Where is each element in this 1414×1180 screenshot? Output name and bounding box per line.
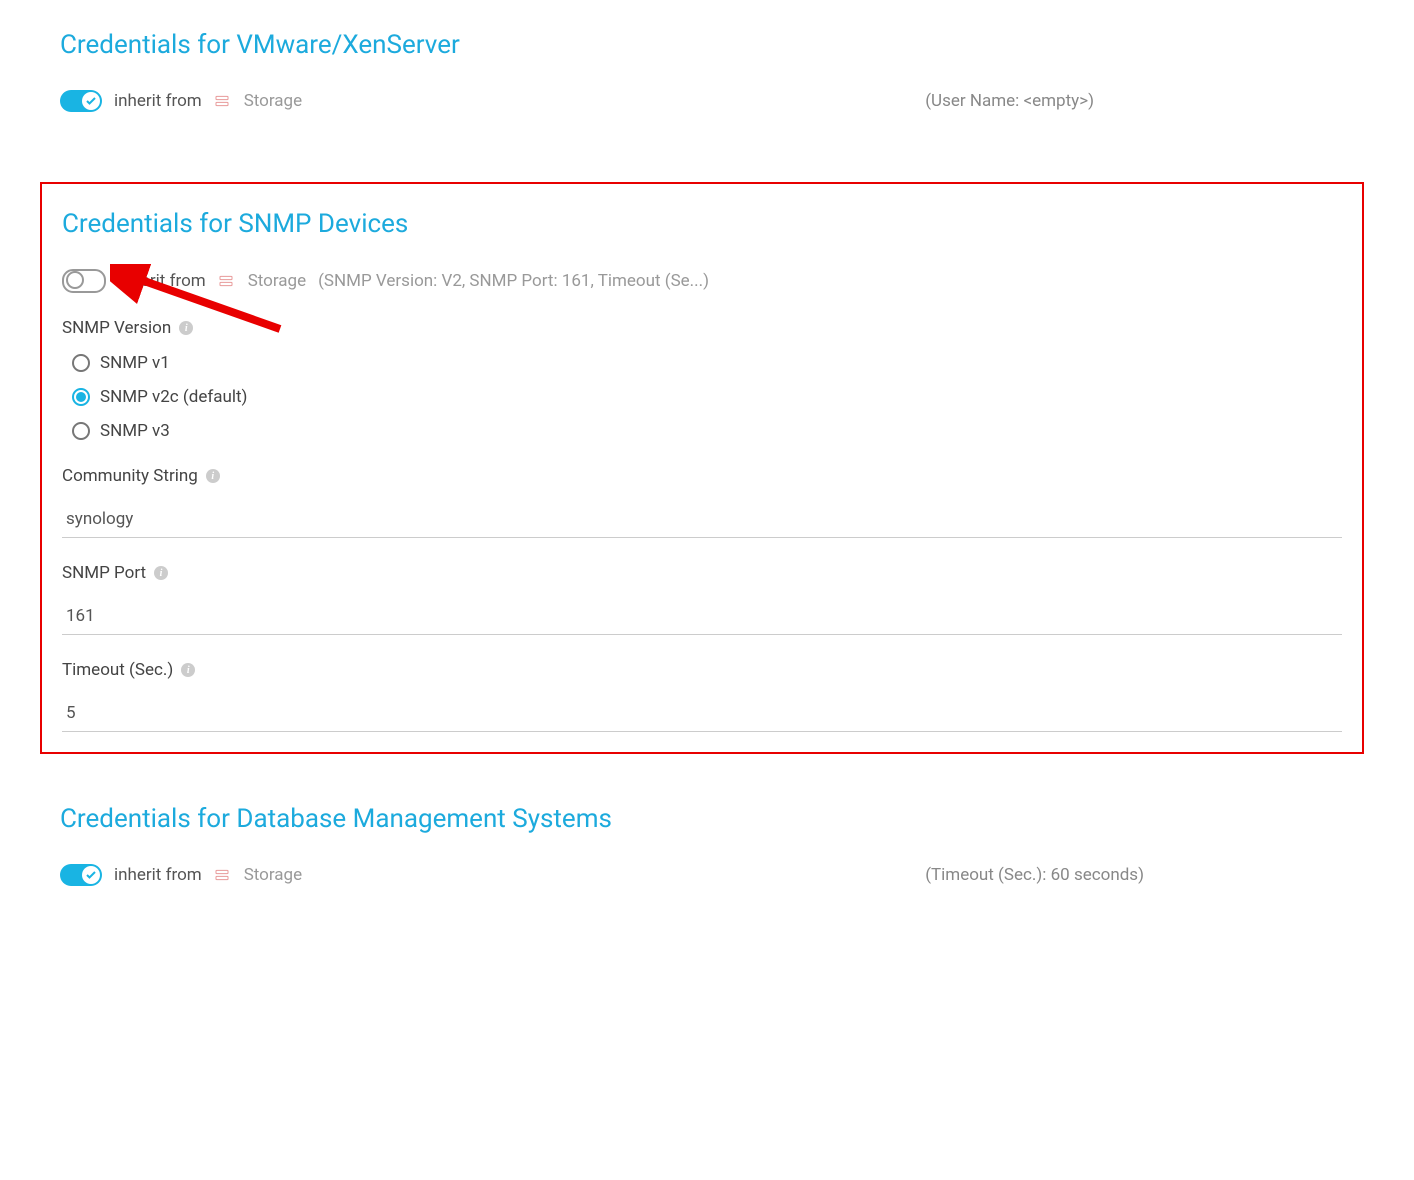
dbms-inherit-source: Storage bbox=[244, 865, 302, 885]
dbms-summary: (Timeout (Sec.): 60 seconds) bbox=[925, 865, 1144, 885]
vmware-section: Credentials for VMware/XenServer inherit… bbox=[40, 30, 1374, 152]
dbms-inherit-label: inherit from bbox=[114, 865, 202, 885]
info-icon[interactable]: i bbox=[179, 321, 193, 335]
vmware-summary: (User Name: <empty>) bbox=[925, 91, 1094, 111]
vmware-title: Credentials for VMware/XenServer bbox=[60, 30, 1354, 60]
timeout-input[interactable] bbox=[62, 695, 1342, 732]
dbms-section: Credentials for Database Management Syst… bbox=[40, 804, 1374, 926]
radio-icon bbox=[72, 422, 90, 440]
snmp-inherit-label: inherit from bbox=[118, 271, 206, 291]
check-icon bbox=[85, 869, 97, 881]
info-icon[interactable]: i bbox=[181, 663, 195, 677]
info-icon[interactable]: i bbox=[206, 469, 220, 483]
snmp-version-label: SNMP Version i bbox=[62, 318, 1342, 338]
snmp-title: Credentials for SNMP Devices bbox=[62, 209, 1342, 239]
vmware-inherit-toggle[interactable] bbox=[60, 90, 102, 112]
snmp-summary: (SNMP Version: V2, SNMP Port: 161, Timeo… bbox=[318, 271, 709, 291]
check-icon bbox=[85, 95, 97, 107]
snmp-port-input[interactable] bbox=[62, 598, 1342, 635]
dbms-inherit-row: inherit from Storage (Timeout (Sec.): 60… bbox=[60, 864, 1354, 886]
vmware-inherit-row: inherit from Storage (User Name: <empty>… bbox=[60, 90, 1354, 112]
radio-icon bbox=[72, 354, 90, 372]
storage-icon bbox=[214, 93, 230, 109]
community-string-input[interactable] bbox=[62, 501, 1342, 538]
snmp-v2c-radio[interactable]: SNMP v2c (default) bbox=[72, 387, 1342, 407]
snmp-v3-radio[interactable]: SNMP v3 bbox=[72, 421, 1342, 441]
snmp-inherit-toggle[interactable] bbox=[62, 269, 106, 293]
snmp-section: Credentials for SNMP Devices inherit fro… bbox=[40, 182, 1364, 754]
info-icon[interactable]: i bbox=[154, 566, 168, 580]
dbms-title: Credentials for Database Management Syst… bbox=[60, 804, 1354, 834]
timeout-label: Timeout (Sec.) i bbox=[62, 660, 1342, 680]
snmp-inherit-row: inherit from Storage (SNMP Version: V2, … bbox=[62, 269, 1342, 293]
dbms-inherit-toggle[interactable] bbox=[60, 864, 102, 886]
storage-icon bbox=[214, 867, 230, 883]
snmp-port-label: SNMP Port i bbox=[62, 563, 1342, 583]
snmp-v1-radio[interactable]: SNMP v1 bbox=[72, 353, 1342, 373]
vmware-inherit-source: Storage bbox=[244, 91, 302, 111]
vmware-inherit-label: inherit from bbox=[114, 91, 202, 111]
snmp-inherit-source: Storage bbox=[248, 271, 306, 291]
snmp-version-group: SNMP v1 SNMP v2c (default) SNMP v3 bbox=[72, 353, 1342, 441]
community-string-label: Community String i bbox=[62, 466, 1342, 486]
storage-icon bbox=[218, 273, 234, 289]
radio-icon bbox=[72, 388, 90, 406]
